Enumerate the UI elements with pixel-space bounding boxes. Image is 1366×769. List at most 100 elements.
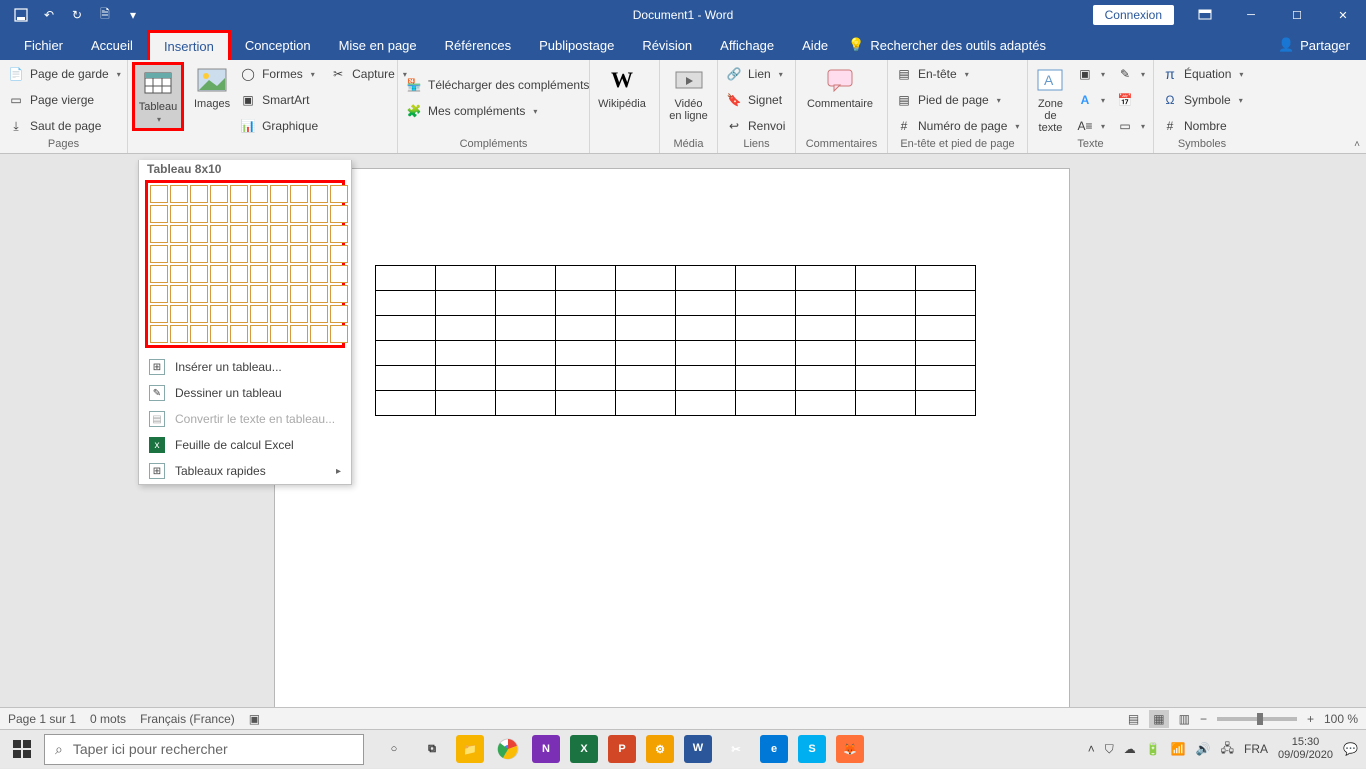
grid-cell[interactable] — [270, 205, 288, 223]
undo-icon[interactable]: ↶ — [36, 2, 62, 28]
signin-button[interactable]: Connexion — [1093, 5, 1174, 25]
tab-mise-en-page[interactable]: Mise en page — [325, 30, 431, 60]
grid-cell[interactable] — [290, 265, 308, 283]
formes-button[interactable]: ◯Formes▾ — [236, 62, 322, 86]
grid-cell[interactable] — [150, 265, 168, 283]
excel-item[interactable]: xFeuille de calcul Excel — [139, 432, 351, 458]
tab-revision[interactable]: Révision — [628, 30, 706, 60]
datetime-button[interactable]: 📅 — [1113, 88, 1149, 112]
grid-cell[interactable] — [230, 185, 248, 203]
grid-cell[interactable] — [250, 225, 268, 243]
skype-icon[interactable]: S — [798, 735, 826, 763]
grid-cell[interactable] — [310, 305, 328, 323]
grid-cell[interactable] — [250, 265, 268, 283]
grid-cell[interactable] — [190, 325, 208, 343]
word-icon[interactable]: W — [684, 735, 712, 763]
grid-cell[interactable] — [170, 205, 188, 223]
grid-cell[interactable] — [270, 285, 288, 303]
quickparts-button[interactable]: ▣▾ — [1073, 62, 1109, 86]
wikipedia-button[interactable]: W Wikipédia — [594, 62, 650, 112]
grid-cell[interactable] — [330, 305, 348, 323]
grid-cell[interactable] — [310, 205, 328, 223]
numero-page-button[interactable]: #Numéro de page▾ — [892, 114, 1023, 138]
grid-cell[interactable] — [310, 285, 328, 303]
grid-cell[interactable] — [210, 265, 228, 283]
grid-cell[interactable] — [230, 245, 248, 263]
grid-cell[interactable] — [270, 325, 288, 343]
grid-cell[interactable] — [170, 265, 188, 283]
grid-cell[interactable] — [190, 205, 208, 223]
grid-cell[interactable] — [290, 205, 308, 223]
macro-icon[interactable]: ▣ — [249, 712, 260, 726]
grid-cell[interactable] — [270, 305, 288, 323]
pied-page-button[interactable]: ▤Pied de page▾ — [892, 88, 1023, 112]
grid-cell[interactable] — [210, 245, 228, 263]
grid-cell[interactable] — [330, 205, 348, 223]
explorer-icon[interactable]: 📁 — [456, 735, 484, 763]
tell-me[interactable]: 💡Rechercher des outils adaptés — [848, 30, 1046, 60]
grid-cell[interactable] — [150, 245, 168, 263]
chrome-icon[interactable] — [494, 735, 522, 763]
video-en-ligne-button[interactable]: Vidéo en ligne — [664, 62, 713, 124]
tab-fichier[interactable]: Fichier — [10, 30, 77, 60]
grid-cell[interactable] — [190, 265, 208, 283]
settings-icon[interactable]: ⚙ — [646, 735, 674, 763]
ribbon-display-icon[interactable] — [1182, 0, 1228, 30]
grid-cell[interactable] — [270, 225, 288, 243]
tab-references[interactable]: Références — [431, 30, 525, 60]
grid-cell[interactable] — [330, 245, 348, 263]
excel-app-icon[interactable]: X — [570, 735, 598, 763]
symbole-button[interactable]: ΩSymbole▾ — [1158, 88, 1247, 112]
grid-cell[interactable] — [190, 225, 208, 243]
grid-cell[interactable] — [330, 325, 348, 343]
entete-button[interactable]: ▤En-tête▾ — [892, 62, 1023, 86]
cortana-icon[interactable]: ○ — [380, 735, 408, 763]
grid-cell[interactable] — [230, 265, 248, 283]
grid-cell[interactable] — [150, 225, 168, 243]
grid-cell[interactable] — [290, 185, 308, 203]
saut-de-page-button[interactable]: ⤓Saut de page — [4, 114, 125, 138]
print-layout-icon[interactable]: ▦ — [1149, 710, 1168, 728]
zoom-out-button[interactable]: − — [1200, 712, 1207, 726]
keyboard-lang[interactable]: FRA — [1244, 742, 1268, 756]
snip-icon[interactable]: ✂ — [722, 735, 750, 763]
volume-icon[interactable]: 🔊 — [1196, 742, 1211, 756]
tab-insertion[interactable]: Insertion — [147, 30, 231, 60]
grid-cell[interactable] — [150, 285, 168, 303]
grid-cell[interactable] — [170, 285, 188, 303]
zone-texte-button[interactable]: A Zone de texte — [1032, 62, 1069, 136]
grid-cell[interactable] — [310, 265, 328, 283]
grid-cell[interactable] — [210, 305, 228, 323]
grid-cell[interactable] — [230, 285, 248, 303]
grid-cell[interactable] — [210, 205, 228, 223]
grid-cell[interactable] — [250, 245, 268, 263]
nombre-button[interactable]: #Nombre — [1158, 114, 1247, 138]
commentaire-button[interactable]: Commentaire — [800, 62, 880, 112]
taskview-icon[interactable]: ⧉ — [418, 735, 446, 763]
table-size-grid[interactable] — [145, 180, 345, 348]
page-de-garde-button[interactable]: 📄Page de garde▾ — [4, 62, 125, 86]
grid-cell[interactable] — [170, 305, 188, 323]
grid-cell[interactable] — [170, 245, 188, 263]
tableau-button[interactable]: Tableau▾ — [132, 62, 184, 131]
grid-cell[interactable] — [290, 305, 308, 323]
powerpoint-icon[interactable]: P — [608, 735, 636, 763]
zoom-level[interactable]: 100 % — [1324, 712, 1358, 726]
grid-cell[interactable] — [210, 285, 228, 303]
equation-button[interactable]: πÉquation▾ — [1158, 62, 1247, 86]
tableaux-rapides-item[interactable]: ⊞Tableaux rapides▸ — [139, 458, 351, 484]
wordart-button[interactable]: A▾ — [1073, 88, 1109, 112]
grid-cell[interactable] — [190, 185, 208, 203]
word-count[interactable]: 0 mots — [90, 712, 126, 726]
grid-cell[interactable] — [150, 205, 168, 223]
grid-cell[interactable] — [310, 245, 328, 263]
grid-cell[interactable] — [190, 285, 208, 303]
grid-cell[interactable] — [150, 185, 168, 203]
tab-affichage[interactable]: Affichage — [706, 30, 788, 60]
grid-cell[interactable] — [310, 225, 328, 243]
grid-cell[interactable] — [270, 185, 288, 203]
dropcap-button[interactable]: A≡▾ — [1073, 114, 1109, 138]
grid-cell[interactable] — [330, 225, 348, 243]
sync-icon[interactable]: 🖧 — [1221, 739, 1234, 760]
dessiner-tableau-item[interactable]: ✎Dessiner un tableau — [139, 380, 351, 406]
